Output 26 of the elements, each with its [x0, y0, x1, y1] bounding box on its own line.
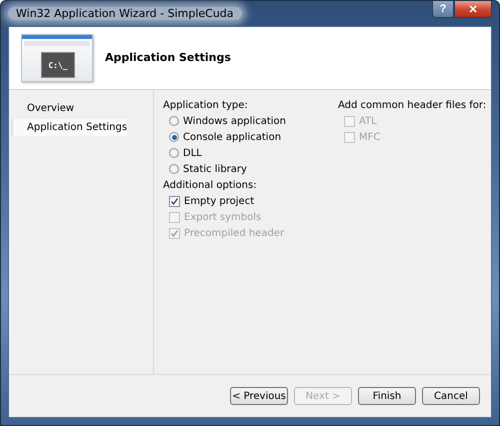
- radio-label: DLL: [183, 148, 202, 158]
- close-button[interactable]: ✕: [454, 1, 492, 18]
- checkbox[interactable]: [169, 196, 180, 206]
- wizard-button[interactable]: < Previous: [230, 387, 288, 405]
- page-title: Application Settings: [105, 50, 231, 64]
- checkbox-label: ATL: [358, 116, 377, 126]
- radio-button[interactable]: [169, 132, 179, 142]
- sidebar-item[interactable]: Application Settings: [11, 119, 128, 136]
- window-title: Win32 Application Wizard - SimpleCuda: [8, 7, 242, 20]
- radio-label: Console application: [183, 132, 282, 142]
- radio-button[interactable]: [169, 116, 179, 126]
- radio-label: Static library: [183, 164, 247, 174]
- checkbox-label: Export symbols: [184, 212, 262, 222]
- radio-button[interactable]: [169, 148, 179, 158]
- checkbox-label: Empty project: [184, 196, 254, 206]
- radio-button[interactable]: [169, 164, 179, 174]
- group-label: Application type:: [163, 100, 249, 111]
- sidebar-item[interactable]: Overview: [11, 100, 74, 117]
- group-label: Add common header files for:: [338, 100, 486, 111]
- checkbox-label: MFC: [358, 132, 380, 142]
- prompt-text: C:\_: [48, 60, 68, 70]
- radio-label: Windows application: [183, 116, 286, 126]
- wizard-button[interactable]: Finish: [358, 387, 416, 405]
- wizard-button[interactable]: Cancel: [422, 387, 480, 405]
- group-label: Additional options:: [163, 180, 258, 191]
- checkbox-label: Precompiled header: [184, 228, 284, 238]
